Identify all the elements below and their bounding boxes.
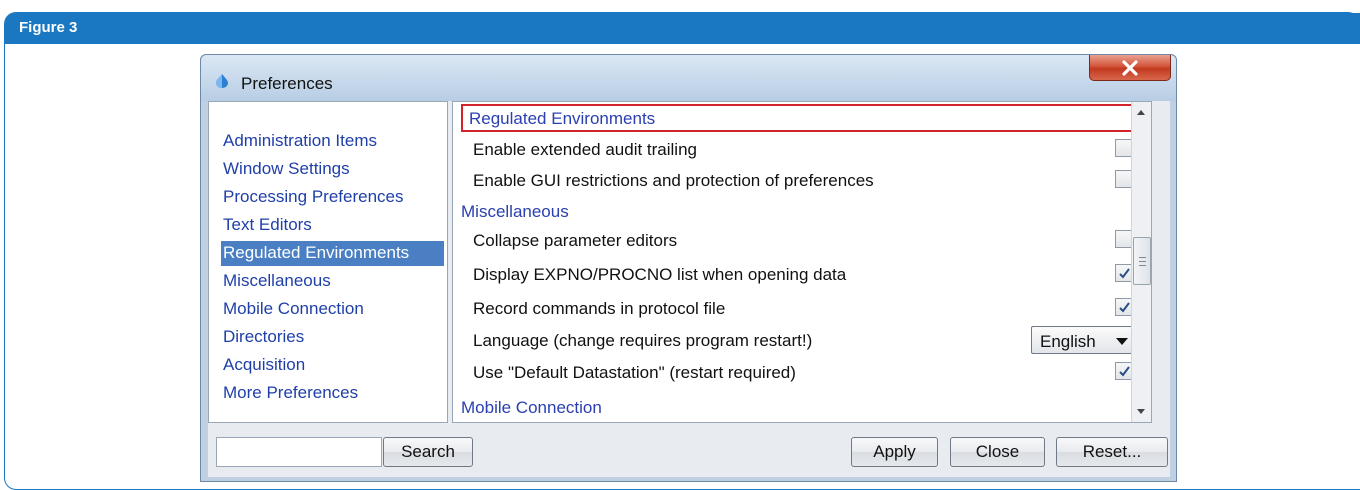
chevron-down-icon: [1116, 338, 1128, 345]
pref-row: Enable extended audit trailing: [473, 135, 1133, 165]
pref-label: Enable GUI restrictions and protection o…: [473, 171, 874, 190]
search-input[interactable]: [216, 437, 382, 467]
pref-label: Enable extended audit trailing: [473, 140, 697, 159]
vertical-scrollbar[interactable]: [1131, 102, 1151, 422]
sidebar-item-acquisition[interactable]: Acquisition: [221, 353, 307, 378]
pref-label: Language (change requires program restar…: [473, 331, 813, 350]
checkmark-icon: [1119, 268, 1130, 279]
scroll-thumb[interactable]: [1133, 237, 1151, 285]
close-button[interactable]: Close: [950, 437, 1045, 467]
sidebar-item-processing-preferences[interactable]: Processing Preferences: [221, 185, 405, 210]
search-button[interactable]: Search: [383, 437, 473, 467]
section-header-mobile-connection: Mobile Connection: [461, 398, 602, 417]
window-title: Preferences: [241, 74, 333, 93]
figure-header: Figure 3: [5, 13, 1360, 44]
language-select[interactable]: English: [1031, 326, 1137, 354]
grip-line: [1139, 261, 1146, 262]
preferences-pane: Regulated Environments Enable extended a…: [452, 101, 1152, 423]
dialog-client-area: Administration Items Window Settings Pro…: [208, 101, 1170, 477]
bottom-bar: Search Apply Close Reset...: [208, 429, 1170, 477]
sidebar-item-more-preferences[interactable]: More Preferences: [221, 381, 360, 406]
reset-button[interactable]: Reset...: [1056, 437, 1168, 467]
grip-line: [1139, 257, 1146, 258]
sidebar-item-window-settings[interactable]: Window Settings: [221, 157, 352, 182]
checkmark-icon: [1119, 366, 1130, 377]
section-header-regulated-environments: Regulated Environments: [461, 104, 1135, 132]
grip-line: [1139, 265, 1146, 266]
preferences-window: Preferences Administration Items Window …: [200, 54, 1177, 482]
pref-label: Display EXPNO/PROCNO list when opening d…: [473, 265, 847, 284]
close-icon: [1122, 59, 1138, 76]
close-window-button[interactable]: [1089, 55, 1171, 81]
sidebar-item-directories[interactable]: Directories: [221, 325, 306, 350]
pref-row: Collapse parameter editors: [473, 226, 1133, 256]
section-header-miscellaneous: Miscellaneous: [461, 202, 569, 221]
sidebar-item-mobile-connection[interactable]: Mobile Connection: [221, 297, 366, 322]
pref-label: Use "Default Datastation" (restart requi…: [473, 363, 796, 382]
pref-row: Display EXPNO/PROCNO list when opening d…: [473, 260, 1133, 290]
sidebar-item-regulated-environments[interactable]: Regulated Environments: [221, 241, 444, 266]
pref-label: Collapse parameter editors: [473, 231, 678, 250]
pref-row: Use "Default Datastation" (restart requi…: [473, 358, 1133, 388]
sidebar-item-administration-items[interactable]: Administration Items: [221, 129, 379, 154]
scroll-down-arrow-icon[interactable]: [1137, 409, 1145, 414]
sidebar-item-text-editors[interactable]: Text Editors: [221, 213, 314, 238]
pref-label: Record commands in protocol file: [473, 299, 726, 318]
pref-row: Language (change requires program restar…: [473, 326, 1137, 356]
scroll-up-arrow-icon[interactable]: [1137, 110, 1145, 115]
language-select-value: English: [1040, 332, 1096, 351]
category-list: Administration Items Window Settings Pro…: [208, 101, 448, 423]
checkmark-icon: [1119, 302, 1130, 313]
apply-button[interactable]: Apply: [851, 437, 938, 467]
pref-row: Record commands in protocol file: [473, 294, 1133, 324]
title-bar[interactable]: Preferences: [201, 55, 1176, 101]
figure-title: Figure 3: [19, 19, 78, 36]
app-icon: [214, 73, 230, 89]
sidebar-item-miscellaneous[interactable]: Miscellaneous: [221, 269, 333, 294]
pref-row: Enable GUI restrictions and protection o…: [473, 166, 1133, 196]
